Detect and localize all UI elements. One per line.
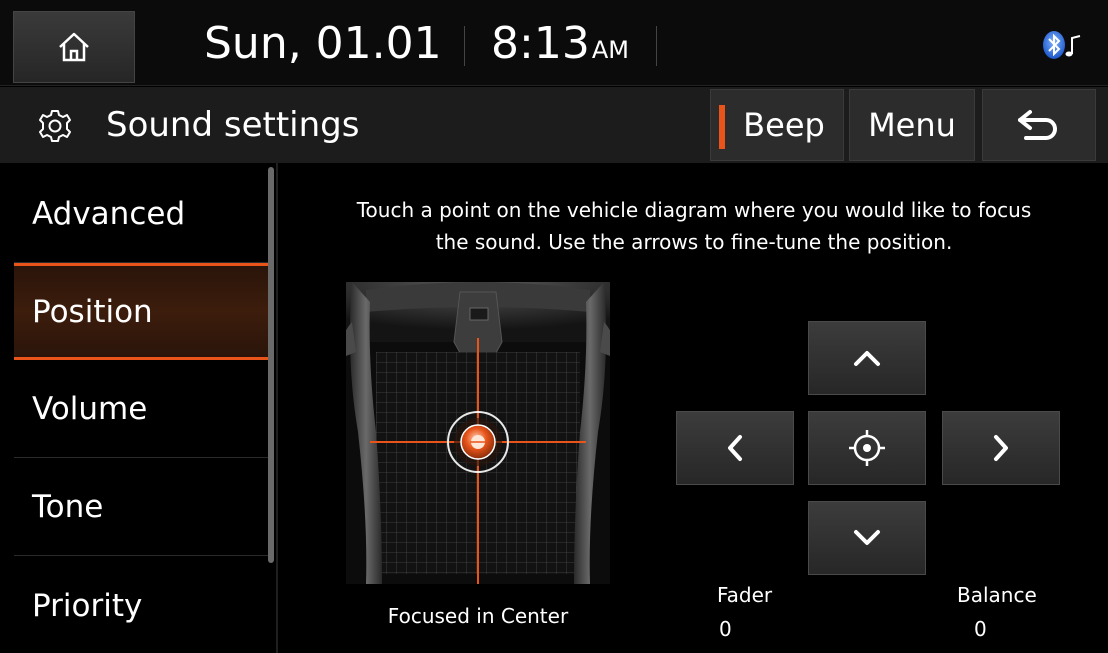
back-arrow-icon: [1018, 110, 1057, 140]
chevron-right-icon: [994, 435, 1008, 461]
chevron-up-icon: [854, 351, 880, 366]
home-button[interactable]: [13, 11, 135, 83]
sidebar-item-tone[interactable]: Tone: [14, 459, 268, 556]
sidebar-item-position[interactable]: Position: [14, 263, 268, 360]
sidebar-item-priority[interactable]: Priority: [14, 557, 268, 653]
crosshair-icon: [849, 430, 885, 466]
instruction-line: Touch a point on the vehicle diagram whe…: [356, 198, 1032, 222]
center-button[interactable]: [808, 411, 926, 485]
time-ampm: AM: [591, 36, 629, 64]
down-arrow-button[interactable]: [808, 501, 926, 575]
instruction-text: Touch a point on the vehicle diagram whe…: [284, 194, 1104, 258]
sidebar-item-volume[interactable]: Volume: [14, 361, 268, 458]
gear-icon: [39, 110, 71, 142]
balance-value: 0: [974, 617, 987, 641]
menu-label: Menu: [868, 106, 956, 144]
fader-label: Fader: [717, 583, 773, 607]
sidebar-scrollbar[interactable]: [268, 167, 274, 563]
chevron-left-icon: [728, 435, 742, 461]
beep-button[interactable]: Beep: [710, 89, 844, 161]
focus-status: Focused in Center: [387, 604, 569, 628]
sidebar-item-label: Priority: [32, 587, 143, 624]
bluetooth-music-icon: [1043, 31, 1081, 59]
sidebar-item-label: Position: [32, 293, 153, 330]
sidebar-item-label: Tone: [32, 489, 104, 525]
instruction-line: the sound. Use the arrows to fine-tune t…: [435, 230, 953, 254]
vehicle-diagram-graphic: [346, 282, 610, 584]
divider: [656, 26, 657, 66]
chevron-down-icon: [854, 530, 880, 545]
time-display: 8:13AM: [491, 14, 629, 80]
left-arrow-button[interactable]: [676, 411, 794, 485]
vehicle-diagram[interactable]: [346, 282, 610, 584]
sidebar-item-label: Volume: [32, 391, 148, 427]
status-bar: Sun, 01.01 8:13AM: [0, 0, 1108, 86]
date-display: Sun, 01.01: [204, 18, 442, 69]
balance-label: Balance: [957, 583, 1037, 607]
right-arrow-button[interactable]: [942, 411, 1060, 485]
sidebar-item-label: Advanced: [32, 196, 186, 232]
time-value: 8:13: [491, 18, 590, 69]
sidebar: Advanced Position Volume Tone Priority: [0, 163, 278, 653]
menu-button[interactable]: Menu: [849, 89, 975, 161]
fader-value: 0: [719, 617, 732, 641]
beep-label: Beep: [743, 106, 825, 144]
back-button[interactable]: [982, 89, 1096, 161]
beep-indicator: [719, 105, 725, 149]
title-bar: Sound settings Beep Menu: [0, 87, 1108, 163]
page-title: Sound settings: [106, 105, 360, 145]
home-icon: [59, 32, 89, 62]
up-arrow-button[interactable]: [808, 321, 926, 395]
divider: [464, 26, 465, 66]
sidebar-item-advanced[interactable]: Advanced: [14, 166, 268, 263]
